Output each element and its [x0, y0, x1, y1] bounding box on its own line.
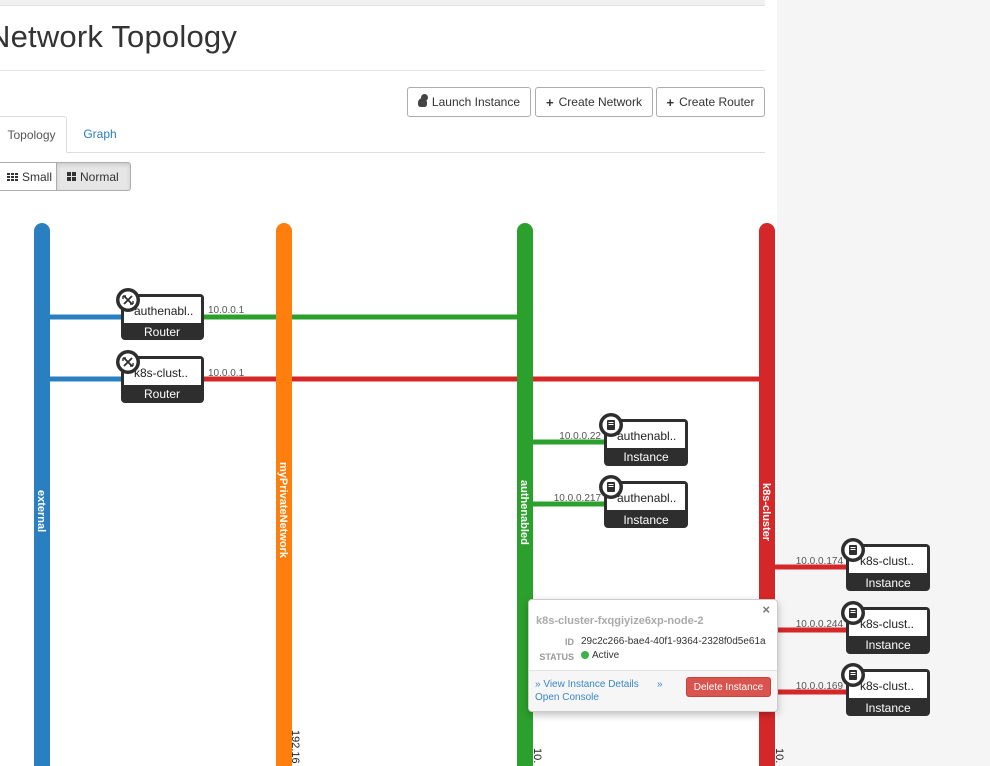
node-type: Instance	[865, 701, 911, 715]
instance-node[interactable]: k8s-clust.. Instance	[841, 538, 930, 591]
network-cidr: 192.16	[289, 730, 301, 764]
open-console-link[interactable]: Open Console	[535, 692, 599, 703]
status-dot-icon	[581, 651, 589, 659]
ip-label: 10.0.0.22	[559, 431, 601, 442]
ip-label: 10.0.0.169	[796, 681, 844, 692]
network-cidr: 10.	[773, 748, 785, 763]
status-label: STATUS	[539, 652, 574, 662]
network-label: myPrivateNetwork	[277, 462, 289, 559]
node-name: authenabl..	[617, 429, 676, 443]
status-value-wrap: Active	[581, 650, 619, 661]
instance-node[interactable]: k8s-clust.. Instance	[841, 663, 930, 716]
ip-label: 10.0.0.244	[796, 619, 844, 630]
router-node[interactable]: k8s-clust.. Router	[116, 350, 204, 403]
ip-label: 10.0.0.174	[796, 556, 844, 567]
router-node[interactable]: authenabl.. Router	[116, 288, 204, 340]
instance-details-popup: × k8s-cluster-fxqgiyize6xp-node-2 ID 29c…	[528, 599, 778, 712]
network-label: k8s-cluster	[760, 483, 772, 542]
node-type: Instance	[623, 513, 669, 527]
server-icon	[599, 413, 623, 437]
network-cidr: 10.	[531, 748, 543, 763]
server-icon	[841, 538, 865, 562]
id-value: 29c2c266-bae4-40f1-9364-2328f0d5e61a	[581, 636, 766, 647]
node-name: authenabl..	[134, 304, 193, 318]
popup-footer: » View Instance Details » Open Console D…	[529, 671, 777, 711]
node-name: k8s-clust..	[134, 366, 188, 380]
node-type: Router	[144, 387, 180, 401]
node-type: Router	[144, 325, 180, 339]
node-name: authenabl..	[617, 491, 676, 505]
server-icon	[841, 601, 865, 625]
network-label: authenabled	[518, 480, 530, 545]
node-type: Instance	[865, 576, 911, 590]
popup-title: k8s-cluster-fxqgiyize6xp-node-2	[536, 615, 704, 627]
node-name: k8s-clust..	[860, 617, 914, 631]
node-type: Instance	[623, 450, 669, 464]
view-instance-details-link[interactable]: » View Instance Details	[535, 679, 639, 690]
node-name: k8s-clust..	[860, 554, 914, 568]
console-chevron: »	[657, 679, 663, 690]
id-label: ID	[565, 637, 574, 647]
ip-label: 10.0.0.1	[208, 305, 245, 316]
status-value: Active	[592, 650, 620, 661]
delete-instance-button[interactable]: Delete Instance	[686, 677, 771, 697]
network-label: external	[35, 490, 47, 532]
instance-node[interactable]: authenabl.. Instance	[599, 413, 688, 466]
server-icon	[599, 475, 623, 499]
router-icon	[116, 288, 140, 312]
instance-node[interactable]: k8s-clust.. Instance	[841, 601, 930, 654]
close-icon[interactable]: ×	[762, 602, 770, 617]
instance-node[interactable]: authenabl.. Instance	[599, 475, 688, 528]
node-type: Instance	[865, 638, 911, 652]
network-external[interactable]: external	[34, 223, 50, 766]
topology-canvas: external myPrivateNetwork 192.16 authena…	[34, 223, 930, 766]
node-name: k8s-clust..	[860, 679, 914, 693]
server-icon	[841, 663, 865, 687]
network-myprivatenetwork[interactable]: myPrivateNetwork 192.16	[276, 223, 301, 766]
ip-label: 10.0.0.217	[554, 493, 602, 504]
ip-label: 10.0.0.1	[208, 368, 245, 379]
router-icon	[116, 350, 140, 374]
